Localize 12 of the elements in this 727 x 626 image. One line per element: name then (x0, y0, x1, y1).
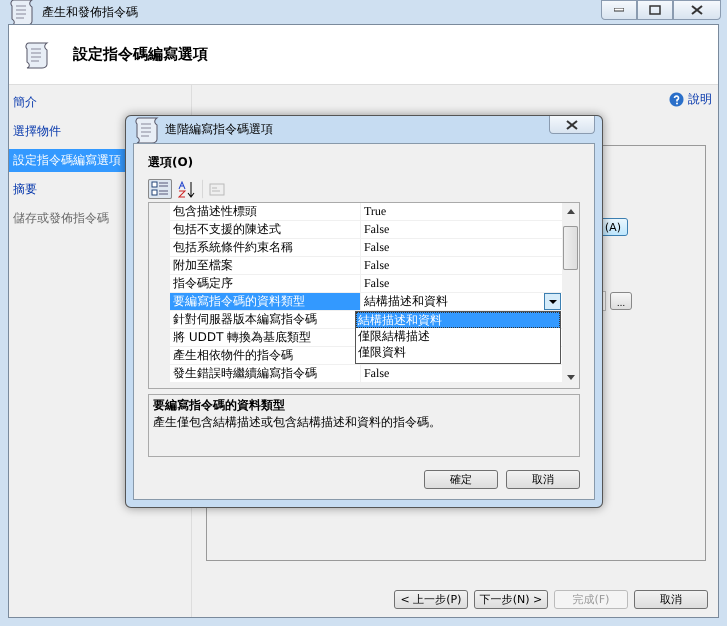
property-value: False (364, 258, 390, 273)
property-value: True (364, 204, 386, 219)
description-title: 要編寫指令碼的資料類型 (153, 397, 286, 414)
property-value: False (364, 240, 390, 255)
property-value: False (364, 366, 390, 381)
description-text: 產生僅包含結構描述或包含結構描述和資料的指令碼。 (153, 414, 442, 431)
property-value: False (364, 276, 390, 291)
property-value: 結構描述和資料 (364, 293, 448, 310)
property-value: False (364, 222, 390, 237)
window-title: 產生和發佈指令碼 (42, 4, 138, 20)
dialog-title: 進階編寫指令碼選項 (165, 121, 273, 138)
page-title: 設定指令碼編寫選項 (73, 45, 208, 64)
